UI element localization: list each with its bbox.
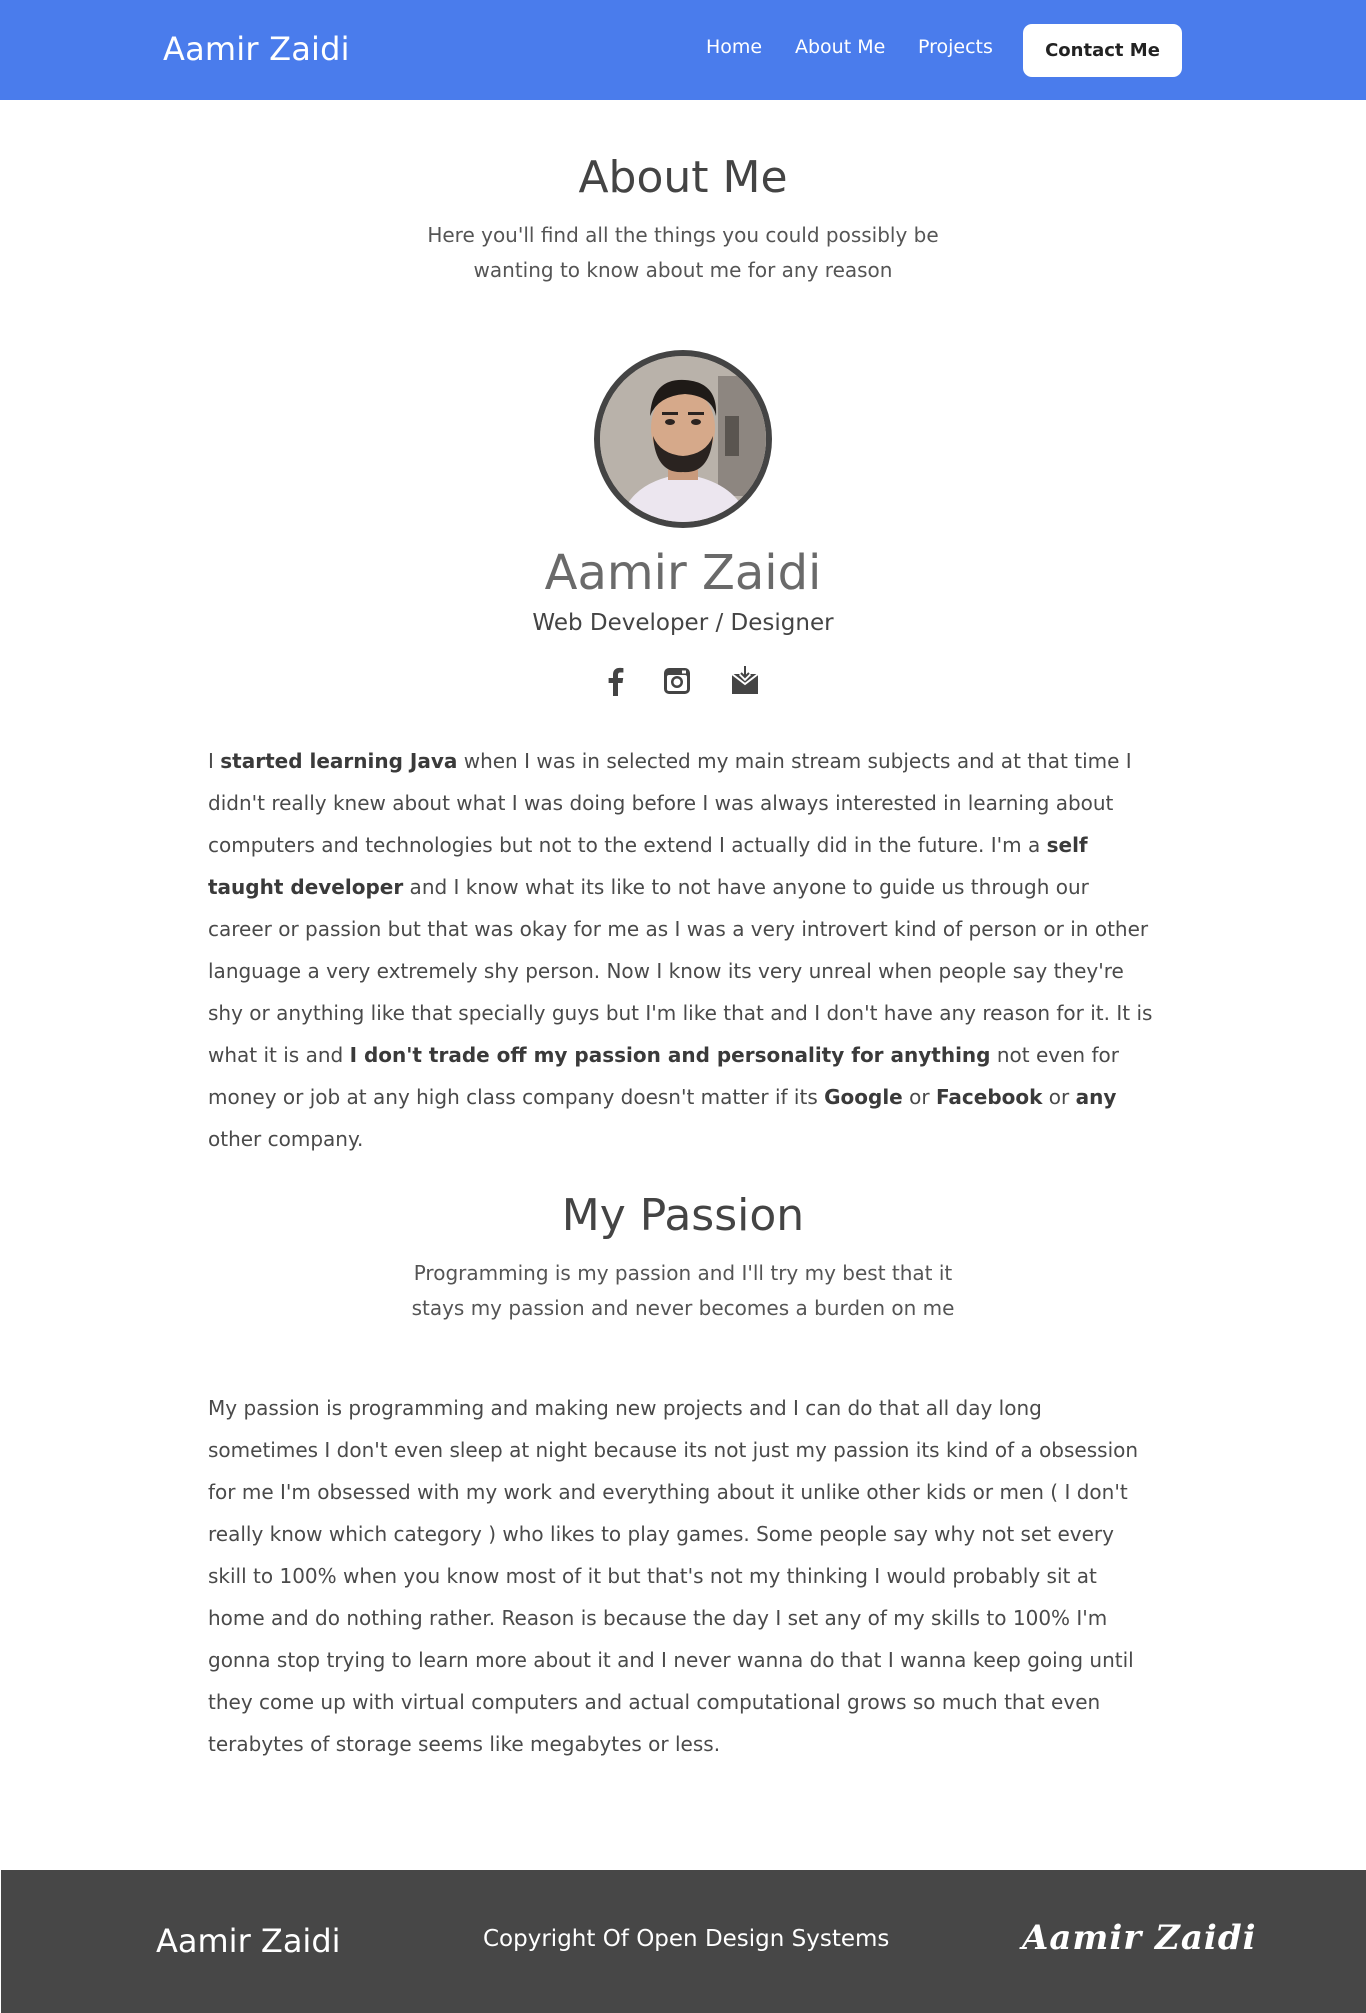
- profile-role: Web Developer / Designer: [532, 610, 834, 636]
- about-paragraph-text: other company.: [208, 1127, 364, 1151]
- brand-logo-link[interactable]: Aamir Zaidi: [163, 30, 350, 68]
- nav-home-link[interactable]: Home: [706, 36, 762, 58]
- about-paragraph-text: I: [208, 749, 221, 773]
- nav-about-link[interactable]: About Me: [795, 36, 885, 58]
- about-paragraph-text: and I know what its like to not have any…: [208, 875, 1153, 1067]
- instagram-icon[interactable]: [660, 664, 694, 698]
- about-paragraph-emphasis: started learning Java: [220, 749, 458, 773]
- facebook-icon[interactable]: [599, 664, 633, 698]
- about-title: About Me: [578, 152, 788, 203]
- about-paragraph-emphasis: any: [1075, 1085, 1117, 1109]
- about-subtitle: Here you'll find all the things you coul…: [427, 223, 939, 282]
- passion-paragraph: My passion is programming and making new…: [208, 1396, 1139, 1756]
- footer-signature: Aamir Zaidi: [1022, 1918, 1257, 1958]
- about-paragraph: I started learning Java when I was in se…: [208, 740, 1158, 1160]
- about-paragraph-text: or: [1042, 1085, 1076, 1109]
- about-paragraph-emphasis: I don't trade off my passion and persona…: [349, 1043, 991, 1067]
- passion-subtitle: Programming is my passion and I'll try m…: [411, 1261, 955, 1320]
- about-paragraph-emphasis: Google: [824, 1085, 903, 1109]
- profile-avatar: [594, 350, 772, 528]
- footer-brand: Aamir Zaidi: [156, 1922, 341, 1960]
- contact-me-button[interactable]: Contact Me: [1023, 24, 1182, 77]
- passion-title: My Passion: [561, 1190, 805, 1241]
- about-paragraph-text: or: [902, 1085, 936, 1109]
- profile-name: Aamir Zaidi: [544, 545, 822, 601]
- footer-copyright: Copyright Of Open Design Systems: [483, 1926, 890, 1952]
- about-paragraph-emphasis: Facebook: [935, 1085, 1043, 1109]
- nav-projects-link[interactable]: Projects: [918, 36, 993, 58]
- mail-icon[interactable]: [728, 664, 762, 698]
- profile-photo: [600, 356, 766, 522]
